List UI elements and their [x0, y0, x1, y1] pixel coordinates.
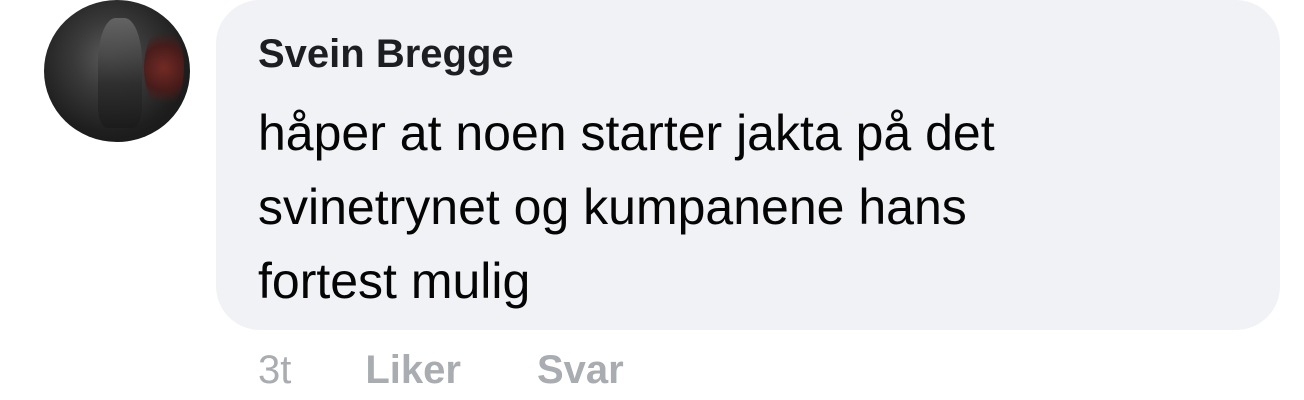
comment-text-line-3: fortest mulig	[258, 253, 531, 309]
reply-button[interactable]: Svar	[537, 348, 624, 393]
comment-actions: 3t Liker Svar	[258, 344, 624, 396]
like-button[interactable]: Liker	[365, 348, 461, 393]
comment-text-line-2: svinetrynet og kumpanene hans	[258, 179, 967, 235]
avatar-accent	[144, 28, 184, 108]
author-name[interactable]: Svein Bregge	[258, 28, 514, 80]
avatar[interactable]	[44, 0, 190, 142]
comment: Svein Bregge håper at noen starter jakta…	[0, 0, 1304, 400]
avatar-figure	[98, 18, 142, 128]
comment-text-line-1: håper at noen starter jakta på det	[258, 105, 995, 161]
comment-text: håper at noen starter jakta på det svine…	[258, 96, 1258, 318]
comment-timestamp[interactable]: 3t	[258, 348, 291, 393]
